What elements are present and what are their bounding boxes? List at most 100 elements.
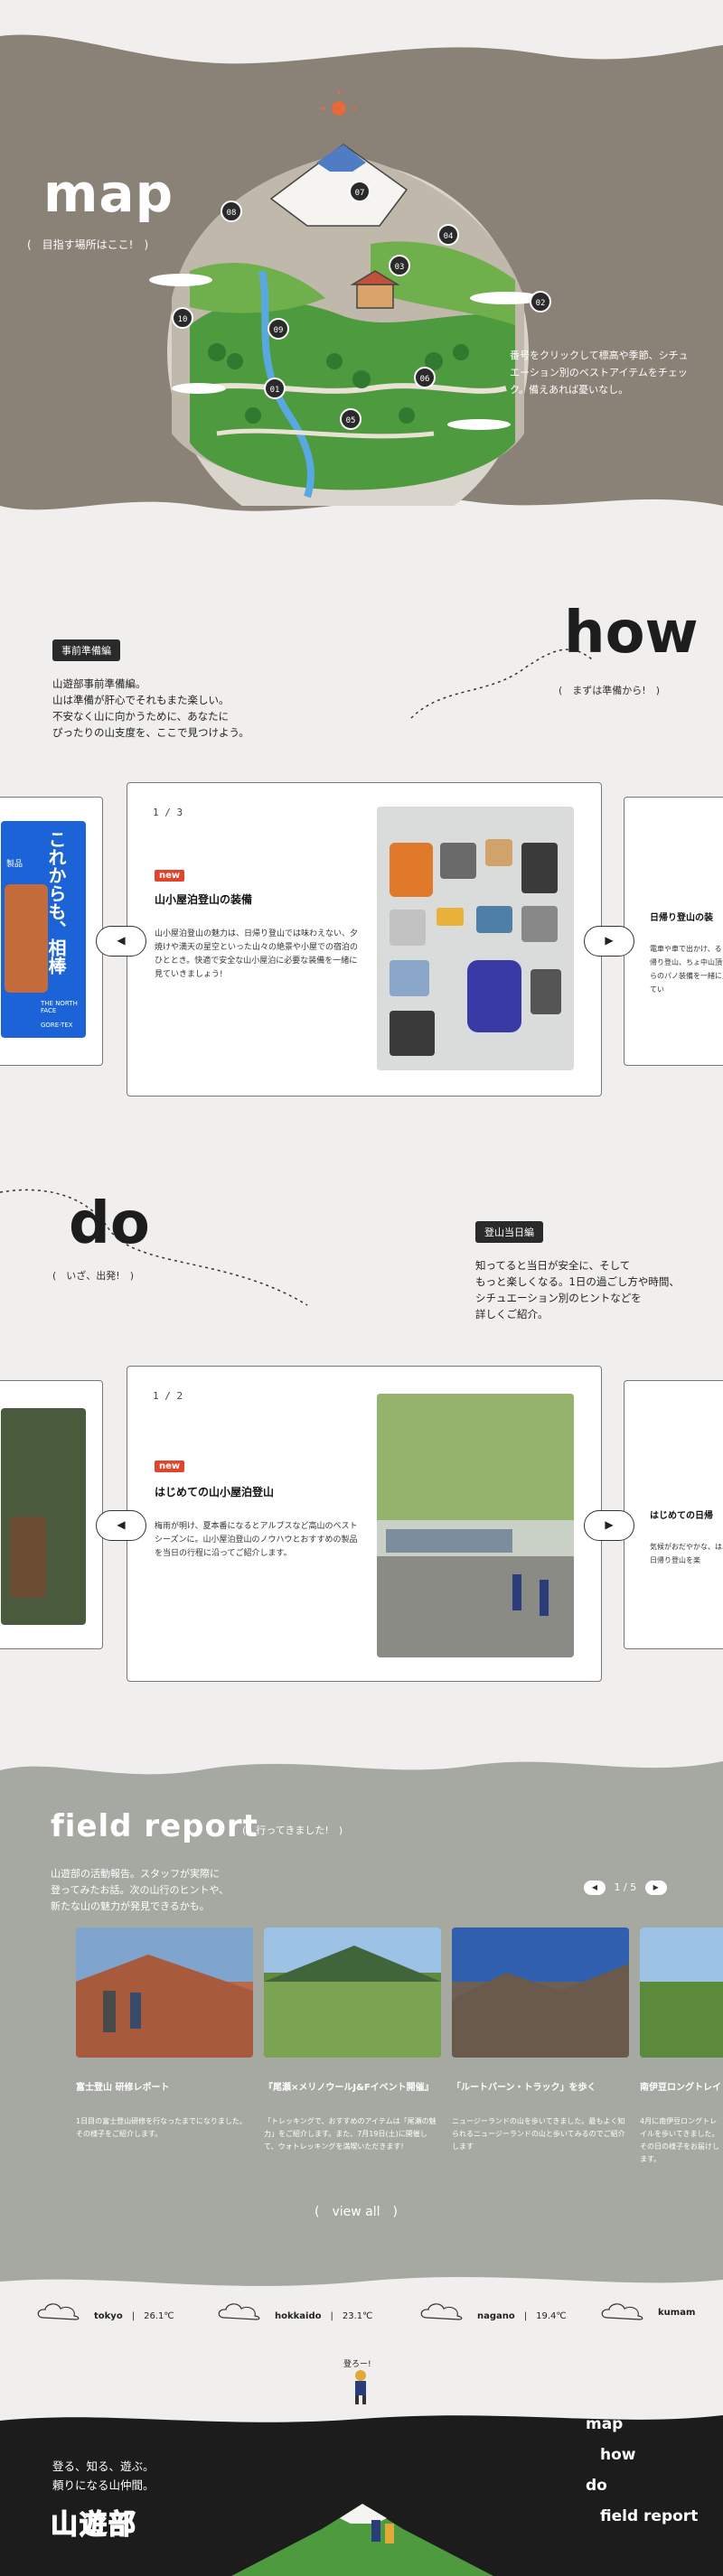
hiker-photo <box>10 1517 46 1598</box>
do-badge: 登山当日編 <box>475 1221 543 1243</box>
field-top-wave <box>0 1743 723 1775</box>
map-pin-04[interactable]: 04 <box>437 224 459 246</box>
mountain-hut-photo <box>377 1394 574 1657</box>
report-3-photo[interactable] <box>452 1927 629 2058</box>
how-main-card[interactable]: 1 / 3 new 山小屋泊登山の装備 山小屋泊登山の魅力は、日帰り登山では味わ… <box>127 782 602 1097</box>
mascot-hiker-icon <box>355 2370 366 2404</box>
field-report-subtitle: ( 行ってきました! ) <box>242 1825 343 1836</box>
do-side-card-left[interactable] <box>0 1380 103 1649</box>
mountain-map-illustration <box>149 90 542 506</box>
how-subheading: ( まずは準備から! ) <box>559 685 660 696</box>
how-side-right-title: 日帰り登山の装 <box>650 913 713 923</box>
how-prev-button[interactable]: ◀ <box>96 926 146 957</box>
tnf-logo-text: THE NORTH FACE <box>41 1000 78 1014</box>
do-prev-button[interactable]: ◀ <box>96 1510 146 1541</box>
gear-photo <box>377 807 574 1070</box>
weather-hokkaido: hokkaido | 23.1℃ <box>275 2311 373 2321</box>
how-side-card-right[interactable]: 日帰り登山の装 電車や車で出かけ、る日帰り登山、ちょ中山頂からのパノ装備を一緒に… <box>624 797 723 1066</box>
report-1-photo[interactable] <box>76 1927 253 2058</box>
weather-nagano: nagano | 19.4℃ <box>477 2311 567 2321</box>
how-card-new-tag: new <box>155 870 185 882</box>
how-badge: 事前準備編 <box>52 639 120 661</box>
footer-nav-do[interactable]: do <box>586 2477 607 2495</box>
report-4-title[interactable]: 南伊豆ロングトレイ <box>640 2079 723 2093</box>
how-card-title: 山小屋泊登山の装備 <box>155 893 253 906</box>
pager-prev-button[interactable]: ◀ <box>584 1881 606 1895</box>
do-heading: do <box>69 1190 150 1257</box>
map-pin-05[interactable]: 05 <box>340 408 362 430</box>
do-subheading: ( いざ、出発! ) <box>52 1270 134 1282</box>
do-card-new-tag: new <box>155 1461 185 1472</box>
how-heading: how <box>564 600 699 667</box>
footer-nav-map[interactable]: map <box>586 2415 623 2433</box>
report-1-title[interactable]: 富士登山 研修レポート <box>76 2079 169 2093</box>
report-1-illustration <box>76 1927 253 2058</box>
do-next-button[interactable]: ▶ <box>584 1510 634 1541</box>
report-2-title[interactable]: 『尾瀬×メリノウールJ&Fイベント開催』 <box>264 2079 434 2093</box>
how-description: 山遊部事前準備編。 山は準備が肝心でそれもまた楽しい。 不安なく山に向かうために… <box>52 677 249 739</box>
field-report-title: field report <box>51 1808 258 1844</box>
how-card-page: 1 / 3 <box>153 807 183 818</box>
view-all-link[interactable]: ( view all ) <box>315 2202 398 2220</box>
field-bottom-wave <box>0 2277 723 2300</box>
report-4-body: 4月に南伊豆ロングトレイルを歩いてきました。その日の様子をお届けします。 <box>640 2117 719 2163</box>
how-side-card-left[interactable]: これからも、相棒 製品 THE NORTH FACE GORE-TEX <box>0 797 103 1066</box>
how-side-right-body: 電車や車で出かけ、る日帰り登山、ちょ中山頂からのパノ装備を一緒に見てい <box>650 945 723 994</box>
field-report-description: 山遊部の活動報告。スタッフが実際に 登ってみたお話。次の山行のヒントや、 新たな… <box>51 1868 230 1912</box>
do-dotted-path <box>0 1189 308 1306</box>
map-pin-10[interactable]: 10 <box>172 307 193 329</box>
weather-place: tokyo <box>94 2311 123 2321</box>
cloud-icon <box>218 2303 260 2320</box>
weather-place: kumam <box>658 2308 696 2318</box>
do-side-card-right[interactable]: はじめての日帰 気候がおだやかな、は、日帰り登山を楽 <box>624 1380 723 1649</box>
do-side-left-image <box>1 1408 86 1625</box>
goretex-text: GORE-TEX <box>41 1022 73 1029</box>
how-card-body: 山小屋泊登山の魅力は、日帰り登山では味わえない、夕焼けや満天の星空といった山々の… <box>155 929 359 979</box>
do-side-right-title: はじめての日帰 <box>650 1511 713 1521</box>
footer-logo[interactable]: 山遊部 <box>50 2502 137 2542</box>
map-pin-09[interactable]: 09 <box>268 318 289 340</box>
pager-next-button[interactable]: ▶ <box>644 1881 667 1895</box>
gear-flatlay-illustration <box>390 839 561 1056</box>
page-title: map <box>43 163 174 224</box>
report-3-illustration <box>452 1927 629 2058</box>
footer-nav-field-report[interactable]: field report <box>600 2507 698 2525</box>
report-3-body: ニュージーランドの山を歩いてきました。最もよく知られるニュージーランドの山と歩い… <box>452 2117 625 2151</box>
do-main-card[interactable]: 1 / 2 new はじめての山小屋泊登山 梅雨が明け、夏本番になるとアルプスな… <box>127 1366 602 1682</box>
map-description: 番号をクリックして標高や季節、シチュエーション別のベストアイテムをチェック。備え… <box>510 350 689 396</box>
how-side-left-image: これからも、相棒 製品 THE NORTH FACE GORE-TEX <box>1 821 86 1038</box>
map-pin-02[interactable]: 02 <box>530 291 551 313</box>
report-4-photo[interactable] <box>640 1927 723 2058</box>
map-pin-08[interactable]: 08 <box>221 201 242 222</box>
map-pin-01[interactable]: 01 <box>264 378 286 399</box>
report-2-illustration <box>264 1927 441 2058</box>
mountain-hut-illustration <box>377 1394 574 1657</box>
cloud-icon <box>601 2303 643 2320</box>
weather-tokyo: tokyo | 26.1℃ <box>94 2311 174 2321</box>
do-card-body: 梅雨が明け、夏本番になるとアルプスなど高山のベストシーズンに。山小屋泊登山のノウ… <box>155 1522 358 1558</box>
do-card-page: 1 / 2 <box>153 1390 183 1402</box>
map-pin-06[interactable]: 06 <box>414 367 436 388</box>
map-pin-03[interactable]: 03 <box>389 255 410 276</box>
footer-mountain-illustration <box>231 2504 493 2576</box>
hiker-photo <box>5 884 48 993</box>
do-side-right-body: 気候がおだやかな、は、日帰り登山を楽 <box>650 1543 723 1564</box>
report-2-photo[interactable] <box>264 1927 441 2058</box>
do-description: 知ってると当日が安全に、そして もっと楽しくなる。1日の過ごし方や時間、 シチュ… <box>475 1259 680 1321</box>
map-pin-07[interactable]: 07 <box>349 181 371 202</box>
field-report-pager: ◀ 1 / 5 ▶ <box>584 1881 667 1895</box>
page-subtitle: ( 目指す場所はここ! ) <box>27 238 149 251</box>
footer-nav-how[interactable]: how <box>600 2446 636 2464</box>
how-side-left-small2: 製品 <box>6 860 23 869</box>
hero-section: map ( 目指す場所はここ! ) 番号をクリックして標高や季節、シチュエーショ… <box>0 0 723 542</box>
how-next-button[interactable]: ▶ <box>584 926 634 957</box>
weather-kumamoto: kumam <box>658 2308 695 2318</box>
weather-place: nagano <box>477 2311 515 2321</box>
report-2-body: 「トレッキングで、おすすめのアイテムは「尾瀬の魅力」をご紹介します。また、7月1… <box>264 2117 437 2151</box>
report-3-title[interactable]: 「ルートバーン・トラック」を歩く <box>452 2079 596 2093</box>
do-card-title: はじめての山小屋泊登山 <box>155 1486 275 1498</box>
report-1-body: 1日目の富士登山研修を行なったまでになりました。その様子をご紹介します。 <box>76 2117 247 2138</box>
weather-place: hokkaido <box>275 2311 322 2321</box>
pager-count: 1 / 5 <box>614 1881 637 1893</box>
cloud-icon <box>420 2303 463 2320</box>
